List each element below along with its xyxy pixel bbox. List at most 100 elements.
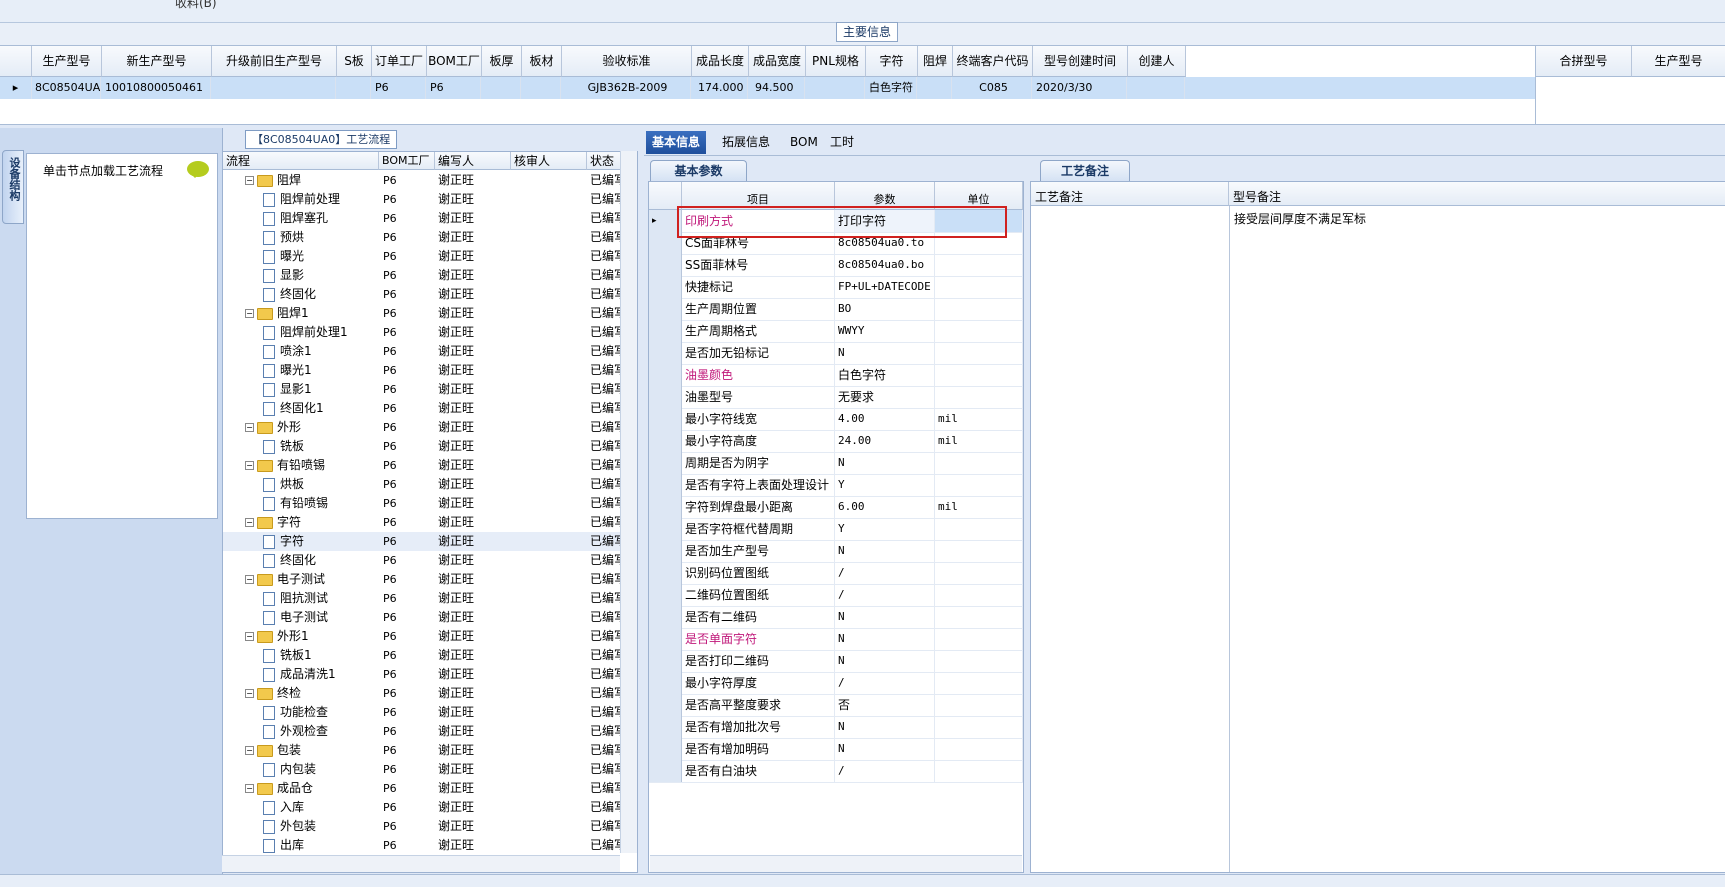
tree-node[interactable]: − 外形 (245, 418, 375, 437)
param-value[interactable]: Y (835, 518, 935, 540)
tree-row[interactable]: 入库 P6 谢正旺 已编写 (223, 798, 626, 817)
tree-row[interactable]: − 电子测试 P6 谢正旺 已编写 (223, 570, 626, 589)
grid-header-solder-mask[interactable]: 阻焊 (918, 46, 953, 77)
param-row[interactable]: 是否有增加批次号 N (649, 716, 1023, 739)
param-row[interactable]: 是否加无铅标记 N (649, 342, 1023, 365)
tree-row[interactable]: − 有铅喷锡 P6 谢正旺 已编写 (223, 456, 626, 475)
tree-node[interactable]: − 包装 (245, 741, 375, 760)
tree-row[interactable]: 曝光1 P6 谢正旺 已编写 (223, 361, 626, 380)
main-info-label[interactable]: 主要信息 (836, 22, 899, 42)
tree-row[interactable]: 阻焊塞孔 P6 谢正旺 已编写 (223, 209, 626, 228)
tree-row[interactable]: 曝光 P6 谢正旺 已编写 (223, 247, 626, 266)
tree-node[interactable]: 烘板 (263, 475, 393, 494)
tree-node[interactable]: − 终检 (245, 684, 375, 703)
param-value[interactable]: 白色字符 (835, 364, 935, 386)
param-value[interactable]: FP+UL+DATECODE (835, 276, 935, 298)
grid-header-customer-code[interactable]: 终端客户代码 (953, 46, 1033, 77)
tree-row[interactable]: 预烘 P6 谢正旺 已编写 (223, 228, 626, 247)
tree-node[interactable]: 预烘 (263, 228, 393, 247)
tree-row[interactable]: 显影1 P6 谢正旺 已编写 (223, 380, 626, 399)
tree-node[interactable]: 显影1 (263, 380, 393, 399)
tree-row[interactable]: 阻焊前处理1 P6 谢正旺 已编写 (223, 323, 626, 342)
grid-cell-creator[interactable] (1128, 77, 1185, 99)
grid-cell-material[interactable] (522, 77, 561, 99)
param-value[interactable]: N (835, 650, 935, 672)
tree-node[interactable]: 喷涂1 (263, 342, 393, 361)
grid-header-character[interactable]: 字符 (866, 46, 918, 77)
tree-node[interactable]: 字符 (263, 532, 393, 551)
tree-row[interactable]: − 阻焊1 P6 谢正旺 已编写 (223, 304, 626, 323)
tree-row[interactable]: − 阻焊 P6 谢正旺 已编写 (223, 171, 626, 190)
basic-params-tab[interactable]: 基本参数 (650, 160, 747, 181)
param-row[interactable]: 周期是否为阴字 N (649, 452, 1023, 475)
tree-node[interactable]: 内包装 (263, 760, 393, 779)
tree-row[interactable]: 喷涂1 P6 谢正旺 已编写 (223, 342, 626, 361)
param-value[interactable]: N (835, 540, 935, 562)
tree-row[interactable]: 成品清洗1 P6 谢正旺 已编写 (223, 665, 626, 684)
tree-node[interactable]: 功能检查 (263, 703, 393, 722)
tree-node[interactable]: 入库 (263, 798, 393, 817)
grid-cell-new-production-model[interactable]: 10010800050461 (102, 77, 211, 99)
param-value[interactable]: / (835, 760, 935, 782)
grid-cell-create-time[interactable]: 2020/3/30 (1033, 77, 1127, 99)
tab-basic-info[interactable]: 基本信息 (646, 131, 707, 154)
param-row[interactable]: 识别码位置图纸 / (649, 562, 1023, 585)
tree-node[interactable]: 阻焊前处理1 (263, 323, 393, 342)
param-value[interactable]: BO (835, 298, 935, 320)
param-row[interactable]: 最小字符高度 24.00 mil (649, 430, 1023, 453)
tree-node[interactable]: 阻抗测试 (263, 589, 393, 608)
param-value[interactable]: 24.00 (835, 430, 935, 452)
tree-row[interactable]: − 外形 P6 谢正旺 已编写 (223, 418, 626, 437)
grid-cell-thickness[interactable] (482, 77, 521, 99)
collapse-icon[interactable]: − (245, 784, 254, 793)
param-row[interactable]: 字符到焊盘最小距离 6.00 mil (649, 496, 1023, 519)
tree-row[interactable]: 烘板 P6 谢正旺 已编写 (223, 475, 626, 494)
params-horizontal-scrollbar[interactable] (650, 855, 1022, 872)
param-value[interactable]: 8c08504ua0.bo (835, 254, 935, 276)
equipment-structure-tab[interactable]: 设备结构 (2, 150, 24, 224)
param-value[interactable]: N (835, 342, 935, 364)
notes-header-process[interactable]: 工艺备注 (1031, 182, 1229, 206)
grid-cell-production-model[interactable]: 8C08504UA0 (32, 77, 101, 99)
collapse-icon[interactable]: − (245, 461, 254, 470)
tree-row[interactable]: 外观检查 P6 谢正旺 已编写 (223, 722, 626, 741)
param-value[interactable]: N (835, 452, 935, 474)
param-row[interactable]: 是否有白油块 / (649, 760, 1023, 783)
param-row[interactable]: 生产周期格式 WWYY (649, 320, 1023, 343)
tree-vertical-scrollbar[interactable] (620, 151, 637, 853)
param-value[interactable]: N (835, 628, 935, 650)
param-value[interactable]: / (835, 672, 935, 694)
param-row[interactable]: 是否单面字符 N (649, 628, 1023, 651)
notes-header-model[interactable]: 型号备注 (1229, 182, 1725, 206)
tree-node[interactable]: 终固化1 (263, 399, 393, 418)
tree-row[interactable]: 铣板 P6 谢正旺 已编写 (223, 437, 626, 456)
param-row[interactable]: 是否有二维码 N (649, 606, 1023, 629)
collapse-icon[interactable]: − (245, 518, 254, 527)
collapse-icon[interactable]: − (245, 746, 254, 755)
grid-header-pnl-spec[interactable]: PNL规格 (806, 46, 866, 77)
tree-node[interactable]: − 有铅喷锡 (245, 456, 375, 475)
param-row[interactable]: 是否加生产型号 N (649, 540, 1023, 563)
tree-row[interactable]: 有铅喷锡 P6 谢正旺 已编写 (223, 494, 626, 513)
grid-header-production-model[interactable]: 生产型号 (32, 46, 102, 77)
grid-cell-order-factory[interactable]: P6 (372, 77, 426, 99)
process-notes-tab[interactable]: 工艺备注 (1040, 160, 1130, 181)
grid-cell-s-board[interactable] (337, 77, 371, 99)
tree-node[interactable]: 电子测试 (263, 608, 393, 627)
tree-row[interactable]: − 外形1 P6 谢正旺 已编写 (223, 627, 626, 646)
tree-horizontal-scrollbar[interactable] (222, 855, 620, 872)
param-value[interactable]: 4.00 (835, 408, 935, 430)
param-value[interactable]: N (835, 606, 935, 628)
param-row[interactable]: 是否高平整度要求否 (649, 694, 1023, 717)
tree-row[interactable]: 阻抗测试 P6 谢正旺 已编写 (223, 589, 626, 608)
model-note-text[interactable]: 接受层间厚度不满足军标 (1234, 210, 1366, 227)
tree-row[interactable]: 字符 P6 谢正旺 已编写 (223, 532, 626, 551)
param-row[interactable]: SS面菲林号 8c08504ua0.bo (649, 254, 1023, 277)
grid-header-product-length[interactable]: 成品长度 (692, 46, 749, 77)
tree-node[interactable]: 有铅喷锡 (263, 494, 393, 513)
tree-row[interactable]: 终固化 P6 谢正旺 已编写 (223, 551, 626, 570)
tree-node[interactable]: 外观检查 (263, 722, 393, 741)
tree-header-flow[interactable]: 流程 (223, 152, 379, 170)
param-row[interactable]: 二维码位置图纸 / (649, 584, 1023, 607)
tree-node[interactable]: − 外形1 (245, 627, 375, 646)
